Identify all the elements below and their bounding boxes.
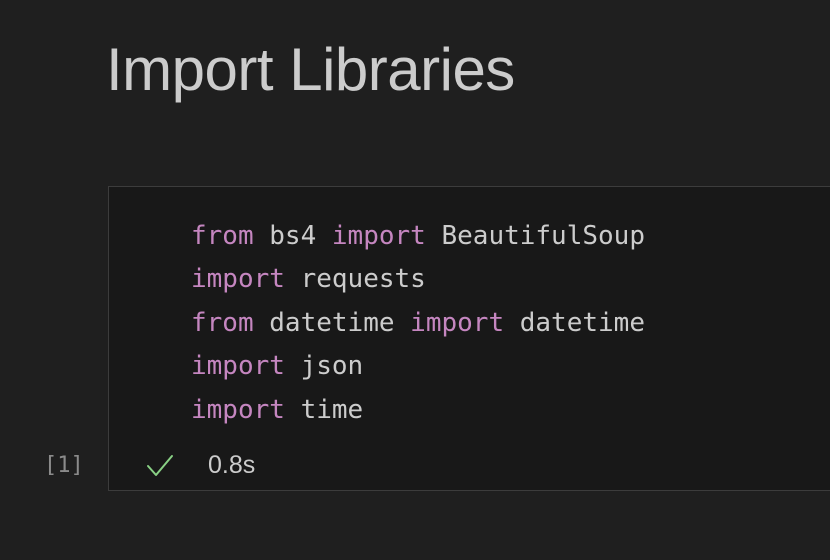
code-editor[interactable]: from bs4 import BeautifulSoup import requ… <box>191 215 645 432</box>
notebook-editor: Import Libraries from bs4 import Beautif… <box>0 0 830 560</box>
code-text: time <box>284 394 364 425</box>
code-keyword: import <box>410 307 505 338</box>
code-text: bs4 <box>253 221 332 251</box>
code-keyword: from <box>191 307 254 338</box>
code-keyword: import <box>191 264 285 295</box>
execution-count: [1] <box>44 453 84 478</box>
check-icon <box>147 455 173 476</box>
code-text: datetime <box>504 307 645 338</box>
code-line: from bs4 import BeautifulSoup <box>191 215 645 258</box>
code-line: import time <box>191 389 645 432</box>
code-keyword: from <box>191 221 254 251</box>
code-line: from datetime import datetime <box>191 302 645 345</box>
code-text: datetime <box>253 307 411 338</box>
code-keyword: import <box>191 351 285 382</box>
markdown-cell[interactable]: Import Libraries <box>106 28 515 112</box>
execution-status: 0.8s <box>145 448 255 482</box>
markdown-heading: Import Libraries <box>106 36 515 103</box>
code-keyword: import <box>191 394 285 425</box>
code-text: requests <box>284 264 426 295</box>
code-keyword: import <box>331 221 426 251</box>
code-line: import json <box>191 345 645 388</box>
code-cell[interactable]: from bs4 import BeautifulSoup import requ… <box>108 186 830 491</box>
code-text: BeautifulSoup <box>425 221 645 251</box>
code-line: import requests <box>191 258 645 301</box>
code-text: json <box>284 351 364 382</box>
execution-duration: 0.8s <box>208 451 256 479</box>
